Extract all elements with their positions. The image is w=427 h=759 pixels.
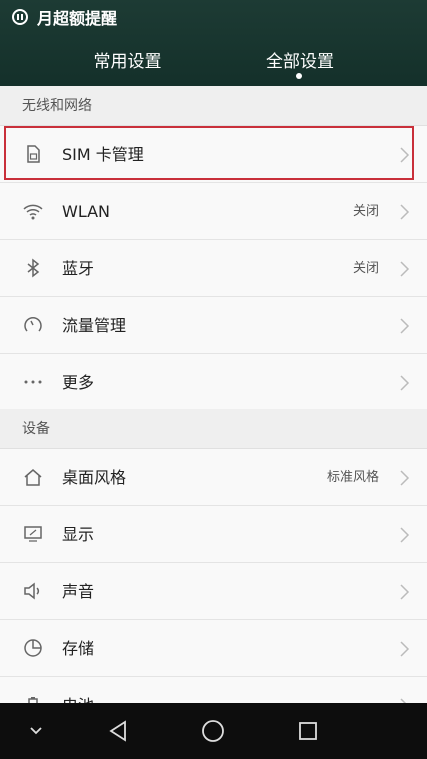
tab-all-settings[interactable]: 全部设置	[245, 47, 355, 72]
display-icon	[24, 526, 42, 542]
row-desktop-style[interactable]: 桌面风格 标准风格	[0, 449, 427, 506]
more-icon	[24, 380, 42, 384]
row-value: 标准风格	[326, 470, 379, 485]
bluetooth-icon	[27, 258, 40, 278]
back-icon	[109, 720, 126, 742]
nav-collapse-button[interactable]	[22, 717, 50, 745]
chevron-right-icon	[400, 375, 410, 391]
notification-text: 月超额提醒	[37, 9, 118, 28]
nav-back-button[interactable]	[104, 717, 132, 745]
pause-circle-icon	[12, 9, 28, 25]
row-display[interactable]: 显示	[0, 506, 427, 563]
row-label: 更多	[62, 373, 95, 392]
row-label: 流量管理	[62, 316, 127, 335]
chevron-right-icon	[400, 470, 410, 486]
wifi-icon	[23, 204, 43, 220]
chevron-right-icon	[400, 147, 410, 163]
active-tab-indicator	[296, 73, 302, 79]
tab-common-settings[interactable]: 常用设置	[70, 47, 185, 72]
chevron-right-icon	[400, 527, 410, 543]
row-label: SIM 卡管理	[62, 145, 144, 164]
row-value: 关闭	[352, 261, 379, 276]
chevron-right-icon	[400, 641, 410, 657]
row-wlan[interactable]: WLAN 关闭	[0, 183, 427, 240]
header: 月超额提醒 常用设置 全部设置	[0, 0, 427, 86]
data-usage-icon	[24, 316, 42, 332]
row-sound[interactable]: 声音	[0, 563, 427, 620]
section-header-wireless: 无线和网络	[0, 86, 427, 126]
row-more[interactable]: 更多	[0, 354, 427, 411]
row-sim-management[interactable]: SIM 卡管理	[0, 126, 427, 183]
nav-recents-button[interactable]	[294, 717, 322, 745]
row-label: WLAN	[62, 202, 111, 221]
chevron-right-icon	[400, 261, 410, 277]
home-icon	[24, 469, 42, 486]
row-label: 存储	[62, 639, 95, 658]
row-data-usage[interactable]: 流量管理	[0, 297, 427, 354]
nav-home-button[interactable]	[199, 717, 227, 745]
row-storage[interactable]: 存储	[0, 620, 427, 677]
navigation-bar	[0, 703, 427, 759]
row-bluetooth[interactable]: 蓝牙 关闭	[0, 240, 427, 297]
row-value: 关闭	[352, 204, 379, 219]
status-bar: 月超额提醒	[12, 6, 117, 28]
chevron-right-icon	[400, 584, 410, 600]
row-label: 桌面风格	[62, 468, 127, 487]
storage-icon	[24, 639, 42, 657]
speaker-icon	[24, 582, 40, 600]
row-label: 蓝牙	[62, 259, 95, 278]
chevron-down-icon	[30, 727, 42, 735]
sim-card-icon	[27, 145, 40, 163]
chevron-right-icon	[400, 204, 410, 220]
row-label: 显示	[62, 525, 95, 544]
chevron-right-icon	[400, 318, 410, 334]
home-circle-icon	[202, 720, 224, 742]
row-label: 声音	[62, 582, 95, 601]
recents-icon	[299, 722, 317, 740]
section-header-device: 设备	[0, 409, 427, 449]
